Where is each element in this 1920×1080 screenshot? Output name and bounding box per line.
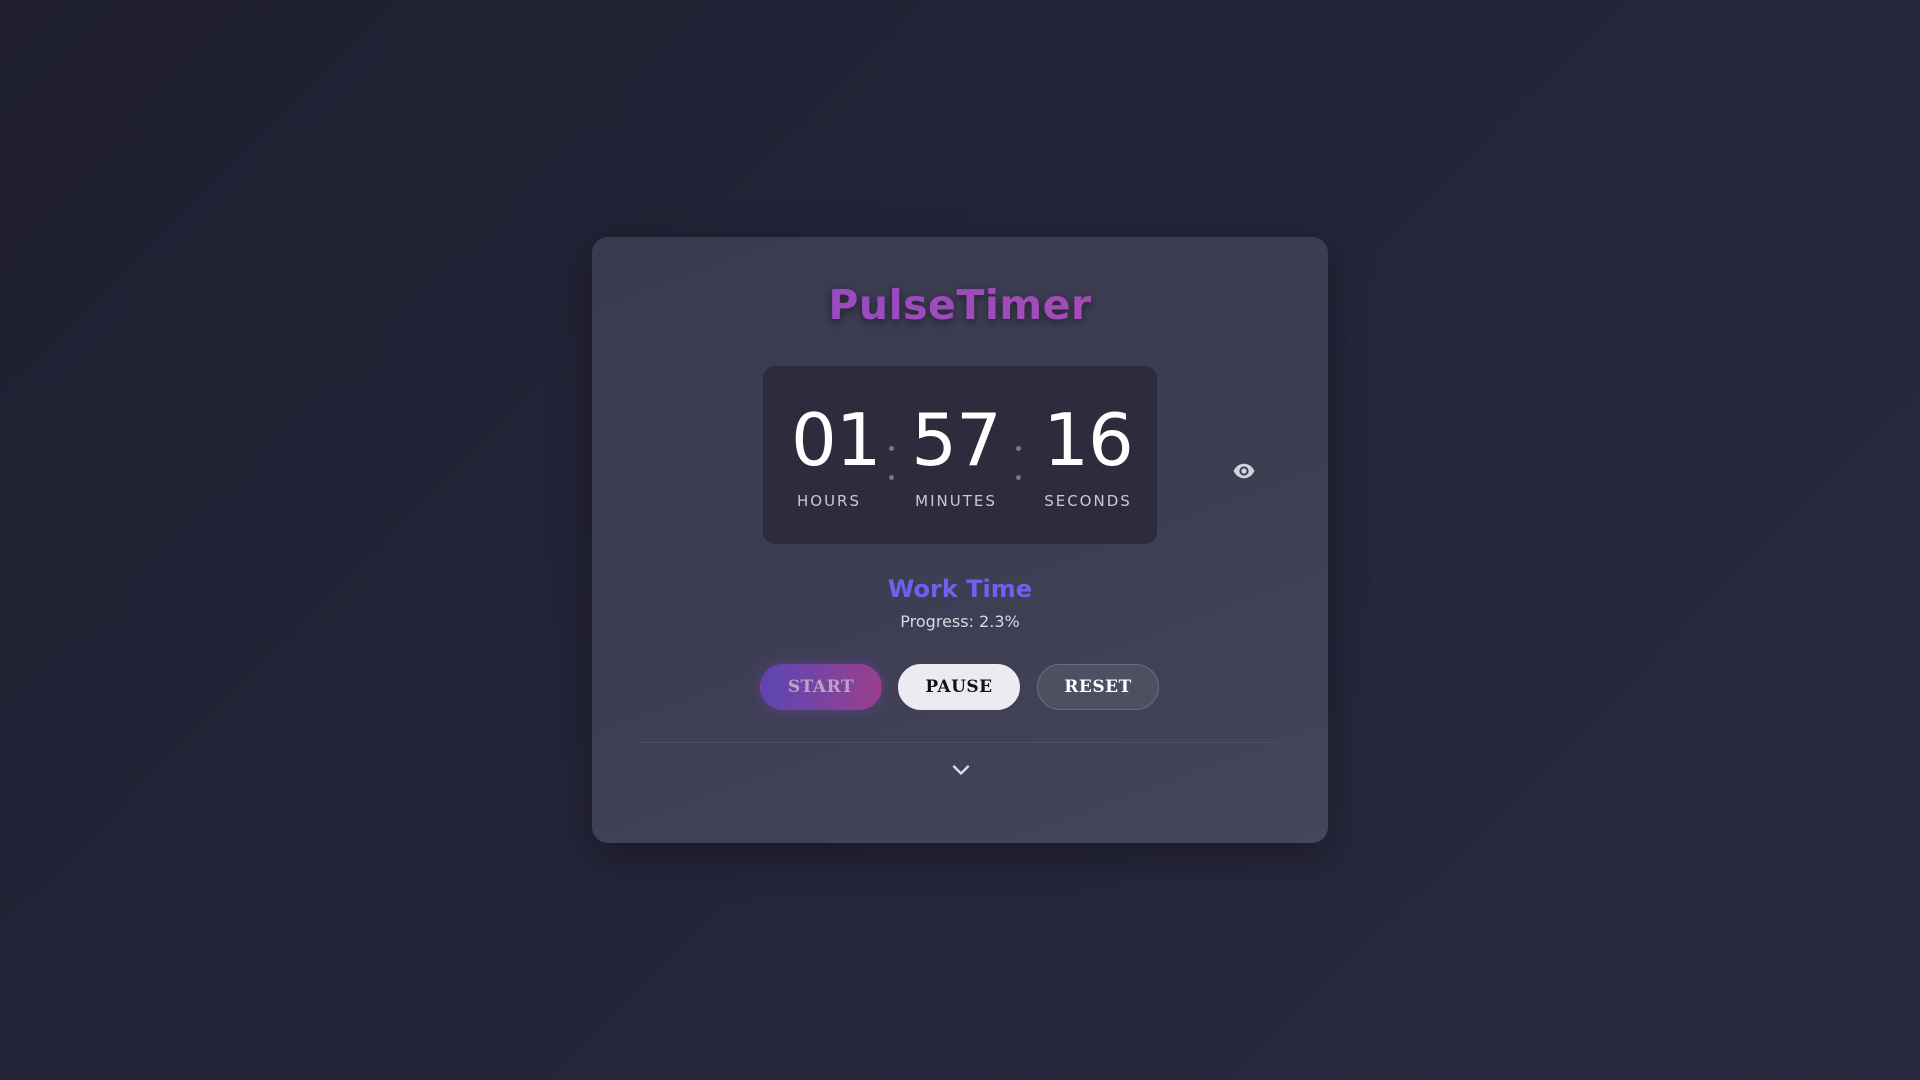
- app-title: PulseTimer: [592, 281, 1328, 329]
- timer-display: 01 HOURS 57 MINUTES 16 SECONDS: [763, 366, 1157, 544]
- divider: [639, 742, 1281, 743]
- timer-card: PulseTimer 01 HOURS 57 MINUTES 16 SECOND…: [592, 237, 1328, 843]
- seconds-label: SECONDS: [1044, 492, 1132, 510]
- time-separator: [889, 446, 895, 480]
- hours-unit: 01 HOURS: [791, 398, 882, 510]
- pause-button[interactable]: PAUSE: [898, 664, 1020, 710]
- mode-label: Work Time: [887, 575, 1033, 603]
- start-button[interactable]: START: [760, 664, 882, 710]
- seconds-value: 16: [1043, 398, 1134, 482]
- progress-text: Progress: 2.3%: [900, 612, 1020, 631]
- eye-icon[interactable]: [1232, 459, 1256, 483]
- hours-value: 01: [791, 398, 882, 482]
- minutes-unit: 57 MINUTES: [905, 404, 1007, 510]
- seconds-unit: 16 SECONDS: [1036, 404, 1140, 510]
- time-separator: [1016, 446, 1022, 480]
- hours-label: HOURS: [796, 492, 861, 510]
- chevron-down-icon[interactable]: [950, 759, 972, 781]
- minutes-label: MINUTES: [915, 492, 997, 510]
- minutes-value: 57: [911, 398, 1002, 482]
- reset-button[interactable]: RESET: [1037, 664, 1159, 710]
